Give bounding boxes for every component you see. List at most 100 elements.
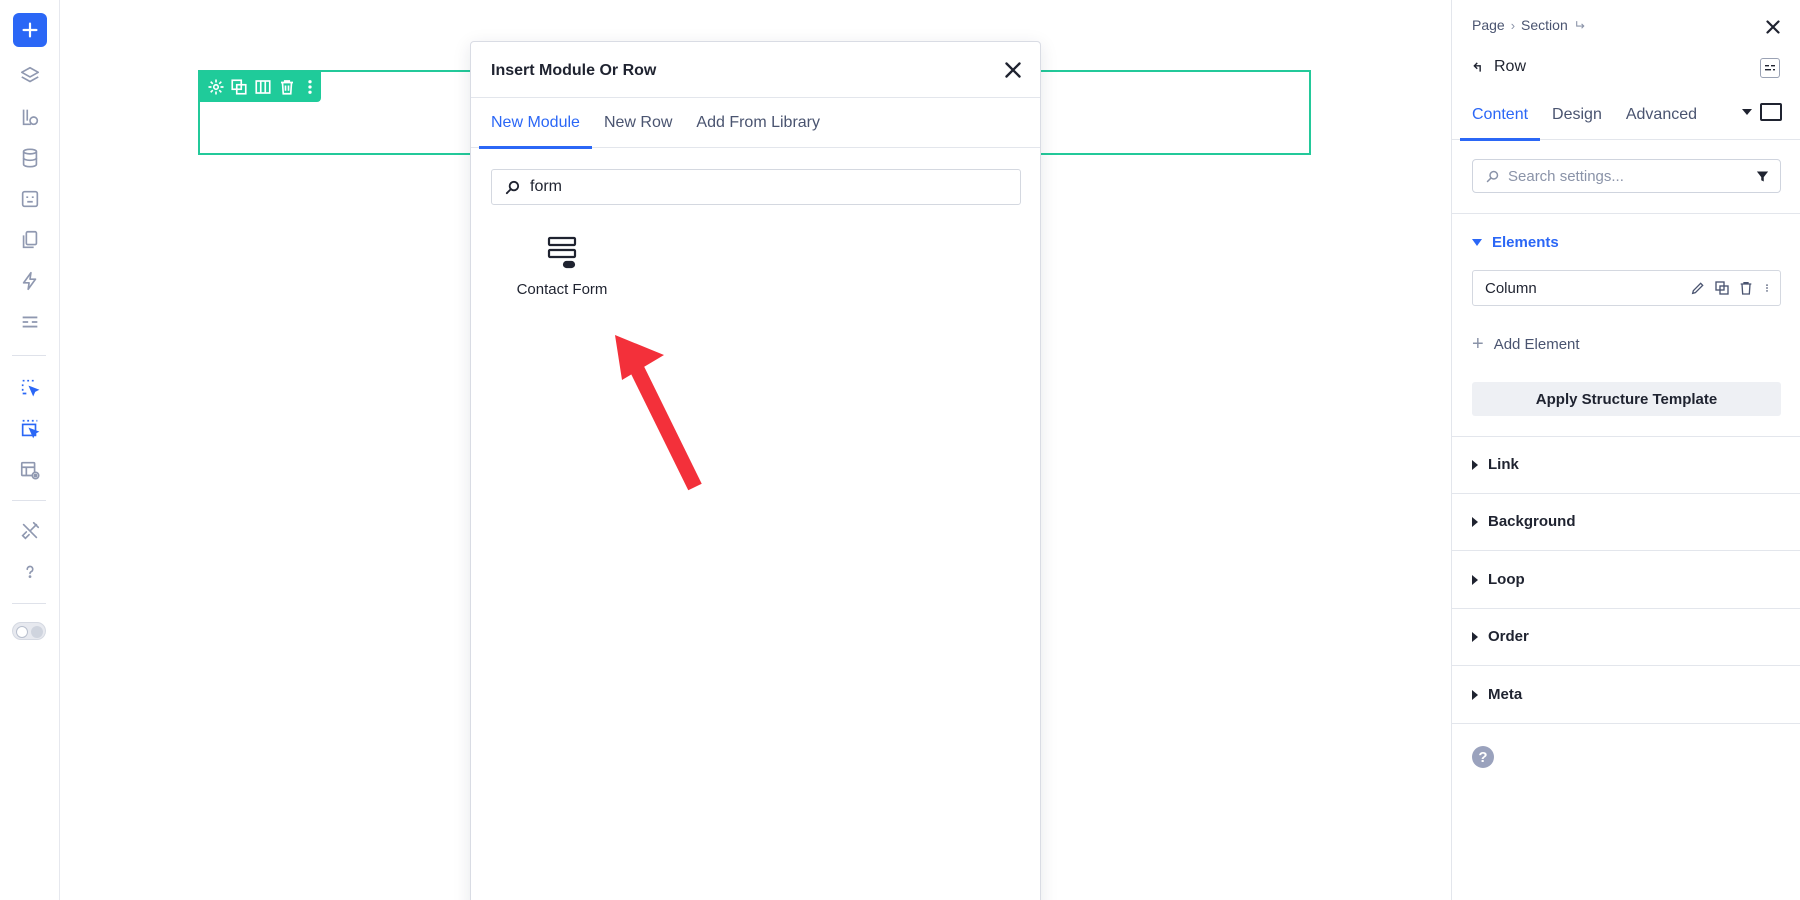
- tab-content[interactable]: Content: [1460, 90, 1541, 141]
- search-icon: [505, 180, 520, 194]
- insert-module-modal: Insert Module Or Row New Module New Row …: [470, 41, 1041, 900]
- row-more-button[interactable]: [299, 74, 321, 100]
- tab-new-module[interactable]: New Module: [479, 98, 592, 149]
- module-search: [491, 169, 1021, 205]
- triangle-right-icon: [1472, 516, 1478, 527]
- module-search-input[interactable]: [530, 178, 1010, 196]
- layers-icon: [20, 66, 40, 83]
- close-icon[interactable]: [1000, 57, 1026, 83]
- tab-advanced[interactable]: Advanced: [1614, 90, 1709, 140]
- search-icon: [1486, 170, 1499, 182]
- database-icon: [22, 148, 38, 168]
- modal-title: Insert Module Or Row: [491, 62, 657, 79]
- multi-select-button[interactable]: [12, 411, 48, 447]
- gear-icon: [208, 79, 224, 94]
- row-toolbar: [199, 71, 321, 102]
- section-order[interactable]: Order: [1472, 628, 1529, 645]
- panel-title-text: Row: [1494, 58, 1527, 75]
- select-button[interactable]: [12, 370, 48, 406]
- element-item-column[interactable]: Column: [1472, 270, 1781, 306]
- form-icon: [21, 190, 39, 208]
- theme-toggle[interactable]: [12, 622, 46, 640]
- triangle-down-icon: [1472, 239, 1482, 246]
- pencil-icon[interactable]: [1690, 280, 1706, 296]
- more-vertical-icon: [308, 79, 312, 94]
- database-button[interactable]: [12, 140, 48, 176]
- close-icon[interactable]: [1762, 16, 1784, 38]
- trash-icon[interactable]: [1738, 280, 1754, 296]
- section-loop[interactable]: Loop: [1472, 571, 1525, 588]
- filter-icon[interactable]: [1755, 169, 1770, 184]
- panel-title: Row: [1472, 58, 1526, 76]
- select-icon: [21, 379, 40, 397]
- breadcrumb-section[interactable]: Section: [1521, 17, 1568, 33]
- apply-structure-template-button[interactable]: Apply Structure Template: [1472, 382, 1781, 416]
- back-arrow-icon[interactable]: [1472, 60, 1486, 74]
- row-duplicate-button[interactable]: [229, 74, 251, 100]
- triangle-right-icon: [1472, 631, 1478, 642]
- layout-icon: [22, 316, 38, 328]
- pages-button[interactable]: [12, 222, 48, 258]
- add-element-label: Add Element: [1493, 335, 1580, 353]
- more-vertical-icon[interactable]: [1762, 280, 1772, 296]
- layout-button[interactable]: [12, 304, 48, 340]
- add-element-button[interactable]: + Add Element: [1472, 334, 1580, 354]
- breadcrumb-page[interactable]: Page: [1472, 17, 1505, 33]
- section-background[interactable]: Background: [1472, 513, 1576, 530]
- add-button[interactable]: [13, 13, 47, 47]
- element-item-label: Column: [1485, 279, 1537, 297]
- theme-builder-button[interactable]: [12, 99, 48, 135]
- sliders-icon: [1765, 65, 1775, 71]
- row-settings-button[interactable]: [205, 74, 227, 100]
- preview-layout-button[interactable]: [12, 452, 48, 488]
- module-contact-form[interactable]: Contact Form: [507, 235, 617, 315]
- tab-new-row[interactable]: New Row: [592, 98, 684, 148]
- settings-search-input[interactable]: [1508, 167, 1748, 185]
- section-elements[interactable]: Elements: [1472, 234, 1559, 251]
- tools-button[interactable]: [12, 513, 48, 549]
- section-elements-label: Elements: [1492, 234, 1559, 251]
- trash-icon: [280, 79, 293, 95]
- return-down-icon: [1575, 20, 1585, 29]
- tools-icon: [21, 521, 40, 540]
- section-label: Meta: [1488, 686, 1523, 703]
- section-label: Link: [1488, 456, 1519, 473]
- triangle-right-icon: [1472, 689, 1478, 700]
- breadcrumb: Page › Section: [1472, 17, 1587, 33]
- contact-form-icon: [547, 236, 577, 269]
- modal-header: Insert Module Or Row: [471, 42, 1040, 98]
- caret-down-icon[interactable]: [1742, 109, 1752, 115]
- modal-tabs: New Module New Row Add From Library: [471, 98, 1040, 149]
- section-label: Background: [1488, 513, 1576, 530]
- help-icon[interactable]: ?: [1472, 746, 1494, 768]
- layers-button[interactable]: [12, 58, 48, 94]
- duplicate-icon: [231, 78, 247, 95]
- left-rail: [0, 0, 60, 900]
- tab-design[interactable]: Design: [1540, 90, 1614, 140]
- triangle-right-icon: [1472, 574, 1478, 585]
- theme-icon: [22, 109, 39, 126]
- plus-icon: [22, 22, 38, 38]
- row-columns-button[interactable]: [252, 74, 274, 100]
- columns-icon: [255, 79, 271, 94]
- multi-select-icon: [21, 419, 40, 439]
- actions-button[interactable]: [12, 263, 48, 299]
- section-link[interactable]: Link: [1472, 456, 1519, 473]
- panel-options-button[interactable]: [1760, 58, 1780, 78]
- element-actions: [1690, 280, 1772, 296]
- forms-button[interactable]: [12, 181, 48, 217]
- section-meta[interactable]: Meta: [1472, 686, 1522, 703]
- duplicate-icon[interactable]: [1714, 280, 1730, 296]
- desktop-view-icon[interactable]: [1760, 103, 1782, 121]
- tab-add-from-library[interactable]: Add From Library: [684, 98, 832, 148]
- dark-mode-knob: [31, 626, 43, 638]
- settings-panel: Page › Section Row Content Design Advanc…: [1451, 0, 1800, 900]
- light-mode-knob: [16, 626, 28, 638]
- chevron-right-icon: ›: [1510, 17, 1516, 33]
- help-button[interactable]: [12, 554, 48, 590]
- section-label: Order: [1488, 628, 1529, 645]
- module-label: Contact Form: [516, 281, 608, 298]
- panel-tab-extra: [1742, 103, 1782, 121]
- row-delete-button[interactable]: [276, 74, 298, 100]
- preview-layout-icon: [20, 461, 40, 480]
